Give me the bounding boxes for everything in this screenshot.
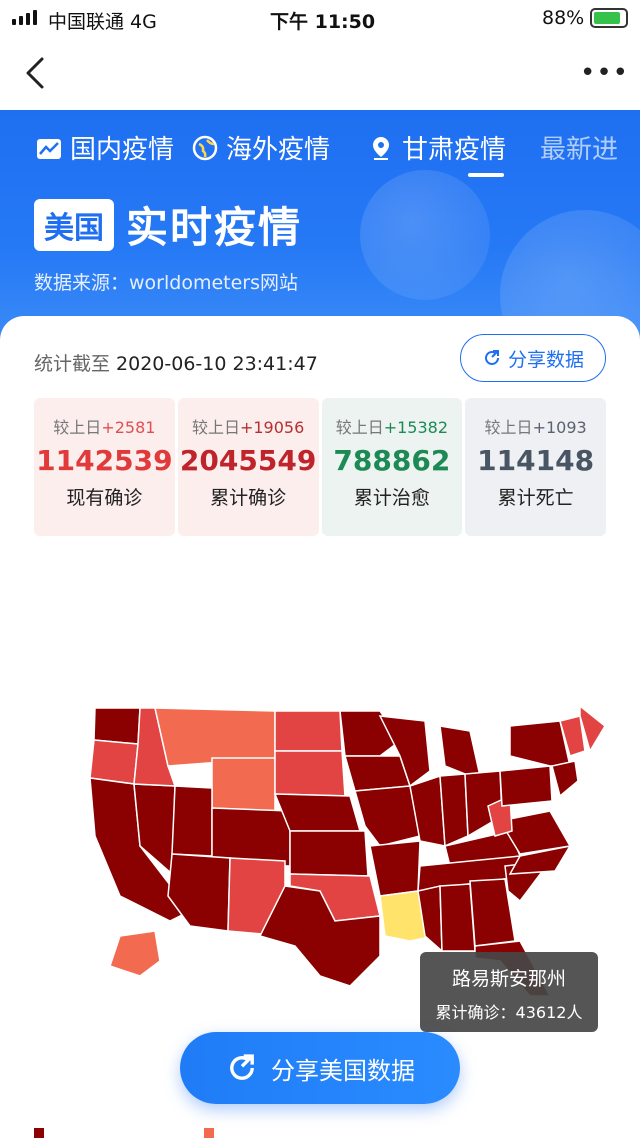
state-region[interactable] (439, 725, 481, 777)
stat-current-confirmed: 较上日+2581 1142539 现有确诊 (34, 398, 175, 536)
stat-total-deaths: 较上日+1093 114148 累计死亡 (465, 398, 606, 536)
state-region[interactable] (109, 930, 161, 977)
share-us-data-button[interactable]: 分享美国数据 (180, 1032, 460, 1104)
chevron-left-icon (26, 57, 44, 89)
state-region[interactable] (93, 707, 141, 745)
legend-swatch (204, 1128, 214, 1138)
hero-banner: 国内疫情 海外疫情 甘肃疫情 最新进 美国 实时疫情 数据来源：worldome… (0, 110, 640, 340)
page-title-row: 美国 实时疫情 (34, 194, 302, 255)
tooltip-detail: 累计确诊：43612人 (435, 1003, 583, 1022)
state-region[interactable] (167, 853, 231, 932)
stat-value: 2045549 (179, 444, 317, 477)
data-source: 数据来源：worldometers网站 (34, 272, 298, 294)
state-region[interactable] (344, 755, 412, 792)
tab-overseas[interactable]: 海外疫情 (192, 110, 505, 185)
carrier-label: 中国联通 4G (48, 11, 157, 33)
signal-icon (12, 10, 37, 25)
state-region[interactable] (551, 760, 579, 798)
location-pin-icon (373, 136, 390, 160)
map-legend (34, 1128, 214, 1138)
state-region[interactable] (499, 765, 553, 807)
state-region[interactable] (289, 830, 369, 877)
tab-label: 海外疫情 (226, 135, 331, 165)
globe-icon (192, 135, 218, 160)
timestamp-value: 2020-06-10 23:41:47 (116, 353, 318, 375)
share-data-label: 分享数据 (507, 348, 584, 371)
stat-label: 累计确诊 (210, 487, 287, 509)
state-region[interactable] (89, 739, 139, 785)
back-button[interactable] (22, 56, 52, 90)
virus-decoration (360, 170, 490, 300)
stat-total-recovered: 较上日+15382 788862 累计治愈 (321, 398, 463, 536)
us-state-map[interactable] (80, 696, 610, 996)
tab-domestic[interactable]: 国内疫情 (0, 110, 192, 185)
state-region[interactable] (417, 885, 443, 953)
content-card: 统计截至 2020-06-10 23:41:47 分享数据 较上日+2581 11… (0, 316, 640, 1138)
stat-delta: 较上日+2581 (53, 418, 156, 437)
stat-value: 788862 (333, 444, 451, 477)
stat-label: 累计治愈 (353, 487, 430, 509)
state-region[interactable] (439, 773, 469, 848)
battery-icon (590, 8, 628, 28)
timestamp-label: 统计截至 (34, 353, 111, 375)
tab-latest[interactable]: 最新进 (524, 110, 636, 185)
share-us-data-label: 分享美国数据 (271, 1056, 415, 1085)
share-icon (230, 1054, 254, 1080)
country-badge: 美国 (34, 198, 114, 251)
clock: 下午 11:50 (270, 11, 376, 33)
map-tooltip: 路易斯安那州 累计确诊：43612人 (420, 952, 598, 1032)
tab-bar: 国内疫情 海外疫情 甘肃疫情 最新进 (0, 110, 640, 185)
nav-bar: ••• (0, 36, 640, 110)
tab-label: 国内疫情 (70, 135, 175, 165)
state-region[interactable] (509, 720, 571, 767)
stat-value: 114148 (477, 444, 595, 477)
stats-row: 较上日+2581 1142539 现有确诊 较上日+19056 2045549 … (34, 398, 606, 536)
battery-percent: 88% (542, 7, 585, 29)
status-bar: 中国联通 4G 下午 11:50 88% (0, 0, 640, 36)
tab-label: 甘肃疫情 (402, 135, 507, 165)
state-region[interactable] (211, 757, 276, 812)
tab-gansu[interactable]: 甘肃疫情 (348, 110, 524, 185)
state-region[interactable] (369, 840, 421, 897)
stat-delta: 较上日+15382 (335, 418, 449, 437)
state-region[interactable] (274, 710, 343, 752)
tooltip-title: 路易斯安那州 (451, 968, 566, 990)
state-region[interactable] (439, 883, 476, 952)
stat-delta: 较上日+19056 (191, 418, 305, 437)
tab-label: 最新进 (540, 135, 619, 165)
more-button[interactable]: ••• (580, 58, 629, 88)
timestamp: 统计截至 2020-06-10 23:41:47 (34, 349, 318, 376)
stat-value: 1142539 (36, 444, 173, 477)
legend-swatch (34, 1128, 44, 1138)
state-region[interactable] (273, 793, 361, 832)
state-region[interactable] (171, 785, 213, 857)
chart-icon (37, 138, 61, 159)
share-icon (485, 350, 499, 365)
state-region[interactable] (274, 750, 346, 797)
share-data-button[interactable]: 分享数据 (460, 334, 606, 382)
stat-total-confirmed: 较上日+19056 2045549 累计确诊 (177, 398, 319, 536)
stat-delta: 较上日+1093 (484, 418, 587, 437)
stat-label: 现有确诊 (66, 487, 143, 509)
stat-label: 累计死亡 (497, 487, 574, 509)
page-title: 实时疫情 (126, 203, 303, 252)
